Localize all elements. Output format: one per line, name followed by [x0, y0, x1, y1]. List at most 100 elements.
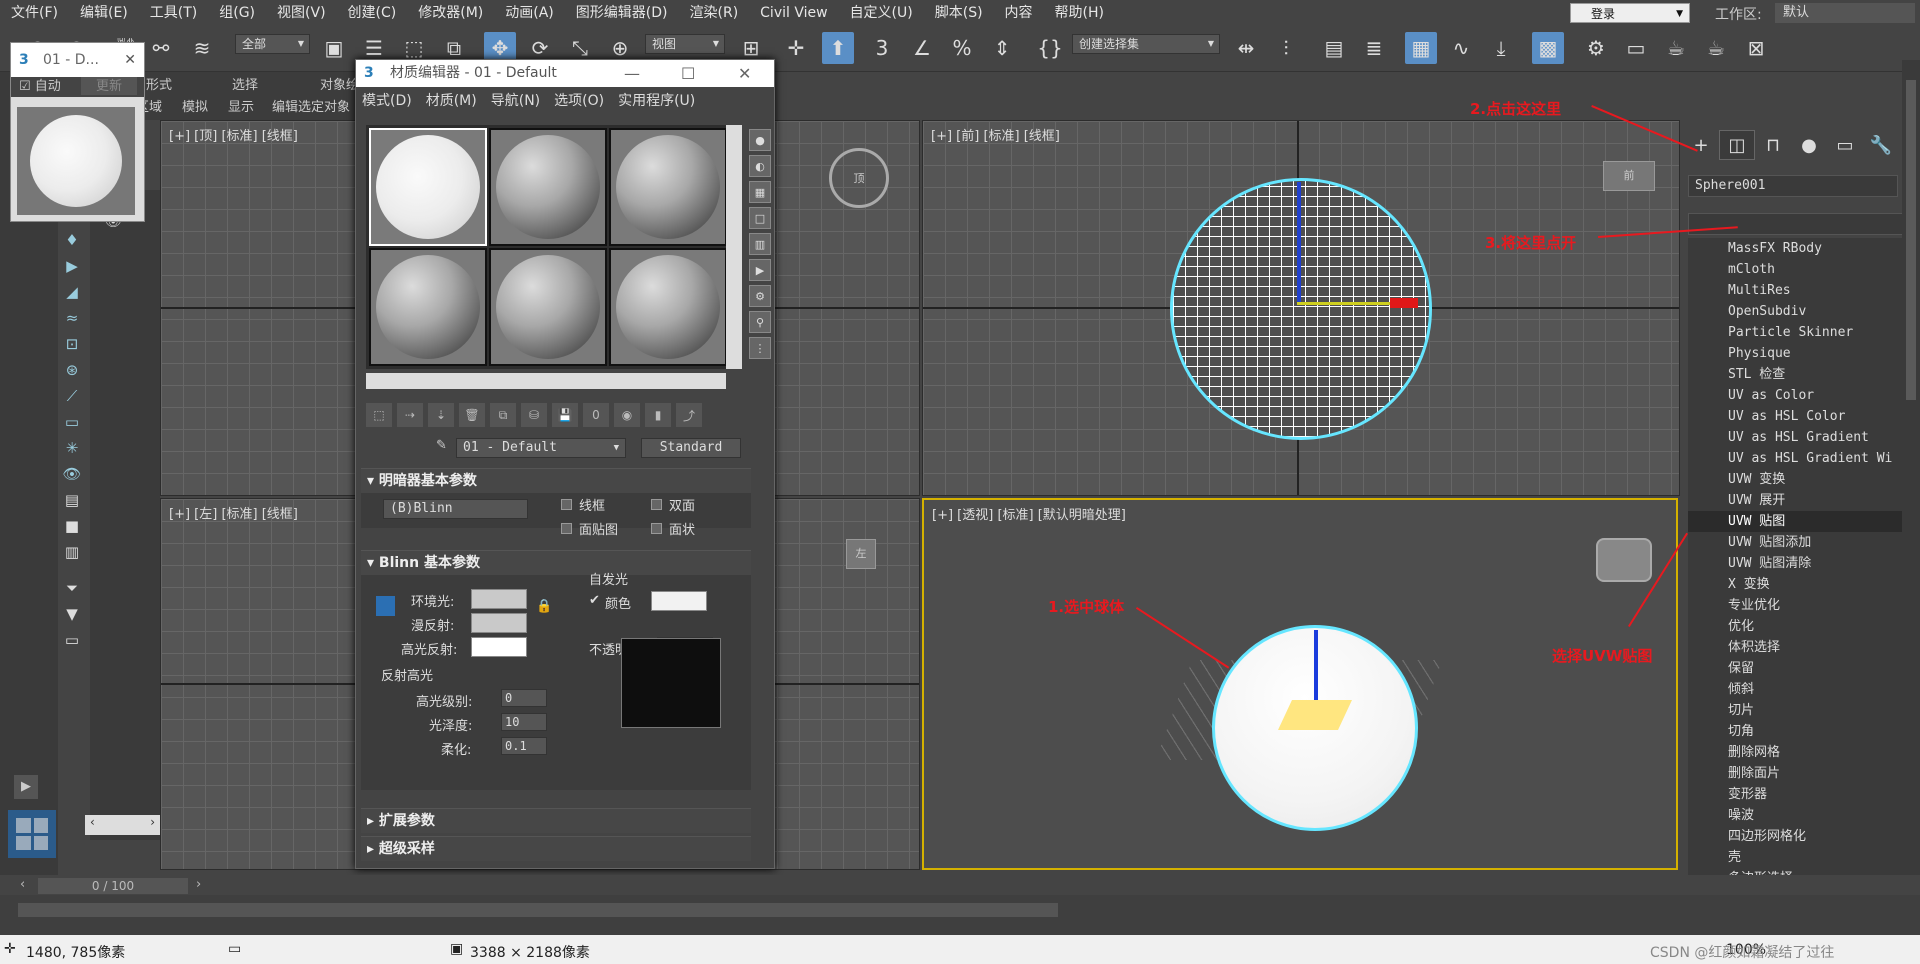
- hierarchy-tab-icon[interactable]: ⊓: [1755, 130, 1791, 160]
- menu-edit[interactable]: 编辑(E): [69, 0, 139, 26]
- selection-filter-dropdown[interactable]: 全部: [235, 34, 310, 54]
- menu-civil-view[interactable]: Civil View: [749, 0, 838, 26]
- material-id-icon[interactable]: 0: [583, 403, 609, 427]
- shader-dropdown[interactable]: (B)Blinn: [383, 499, 528, 519]
- modifier-item[interactable]: UV as HSL Gradient Wi: [1688, 448, 1913, 469]
- viewport-layout-icon[interactable]: [8, 810, 56, 858]
- menu-graph-editors[interactable]: 图形编辑器(D): [565, 0, 679, 26]
- keyboard-shortcut-icon[interactable]: ⬆: [822, 32, 854, 64]
- viewcube-top-icon[interactable]: 顶: [829, 148, 889, 208]
- display-tab-icon[interactable]: ▭: [1827, 130, 1863, 160]
- save-icon[interactable]: 💾: [552, 403, 578, 427]
- snaps-toggle-icon[interactable]: 3: [866, 32, 898, 64]
- render-production-icon[interactable]: ☕: [1660, 32, 1692, 64]
- menu-file[interactable]: 文件(F): [0, 0, 69, 26]
- spec-level-spinner[interactable]: 0: [501, 689, 547, 707]
- viewport-perspective-label[interactable]: [+] [透视] [标准] [默认明暗处理]: [932, 504, 1126, 523]
- visibility-filter-icon[interactable]: 👁: [58, 462, 86, 486]
- camera-filter-icon[interactable]: ▶: [58, 254, 86, 278]
- modifier-item[interactable]: mCloth: [1688, 259, 1913, 280]
- next-frame-icon[interactable]: ›: [196, 877, 201, 892]
- maximize-icon[interactable]: ☐: [681, 60, 695, 87]
- modifier-item[interactable]: 变形器: [1688, 784, 1913, 805]
- schematic-view-icon[interactable]: ⤓: [1485, 32, 1517, 64]
- align-icon[interactable]: ⫶: [1270, 32, 1302, 64]
- prev-frame-icon[interactable]: ‹: [20, 877, 25, 892]
- sample-slot-4[interactable]: [369, 248, 487, 366]
- get-material-icon[interactable]: ⬚: [366, 403, 392, 427]
- folder-icon[interactable]: ▭: [58, 628, 86, 652]
- specular-swatch[interactable]: [471, 637, 527, 657]
- put-to-scene-icon[interactable]: ⇢: [397, 403, 423, 427]
- modifier-item[interactable]: 壳: [1688, 847, 1913, 868]
- layer-icon[interactable]: ▥: [58, 540, 86, 564]
- horizontal-scrollbar[interactable]: [18, 903, 1058, 917]
- me-menu-mode[interactable]: 模式(D): [362, 90, 412, 110]
- menu-scripting[interactable]: 脚本(S): [924, 0, 994, 26]
- modifier-item[interactable]: 切片: [1688, 700, 1913, 721]
- group-filter-icon[interactable]: ⊡: [58, 332, 86, 356]
- modifier-item[interactable]: 倾斜: [1688, 679, 1913, 700]
- modifier-item[interactable]: 噪波: [1688, 805, 1913, 826]
- reference-coord-dropdown[interactable]: 视图: [645, 34, 725, 54]
- menu-customize[interactable]: 自定义(U): [839, 0, 924, 26]
- shader-rollout-header[interactable]: ▾ 明暗器基本参数: [361, 469, 751, 493]
- curve-editor-icon[interactable]: ∿: [1445, 32, 1477, 64]
- explorer-scrollbar[interactable]: ‹ ›: [85, 815, 160, 835]
- select-object-icon[interactable]: ▣: [318, 32, 350, 64]
- named-selection-dropdown[interactable]: 创建选择集: [1072, 34, 1220, 54]
- soften-spinner[interactable]: 0.1: [501, 737, 547, 755]
- sample-slot-3[interactable]: [609, 128, 727, 246]
- me-menu-navigation[interactable]: 导航(N): [491, 90, 540, 110]
- layer-explorer-icon[interactable]: ≣: [1358, 32, 1390, 64]
- menu-rendering[interactable]: 渲染(R): [679, 0, 750, 26]
- eyedropper-icon[interactable]: ✎: [436, 438, 447, 453]
- menu-content[interactable]: 内容: [994, 0, 1044, 26]
- page-icon[interactable]: ▤: [58, 488, 86, 512]
- render-iterative-icon[interactable]: ☕: [1700, 32, 1732, 64]
- two-sided-checkbox[interactable]: [651, 499, 662, 510]
- modifier-item[interactable]: Physique: [1688, 343, 1913, 364]
- ribbon-edit-selected[interactable]: 编辑选定对象: [272, 96, 350, 115]
- mirror-icon[interactable]: ⇹: [1230, 32, 1262, 64]
- modifier-item[interactable]: OpenSubdiv: [1688, 301, 1913, 322]
- me-menu-material[interactable]: 材质(M): [426, 90, 477, 110]
- bone-filter-icon[interactable]: ⟋: [58, 384, 86, 408]
- ribbon-tab-selection[interactable]: 选择: [232, 74, 258, 93]
- menu-animation[interactable]: 动画(A): [494, 0, 565, 26]
- auto-checkbox[interactable]: ☑: [19, 79, 35, 94]
- supersampling-rollout-header[interactable]: ▸ 超级采样: [361, 837, 751, 861]
- angle-snap-icon[interactable]: ∠: [906, 32, 938, 64]
- particle-filter-icon[interactable]: ✳: [58, 436, 86, 460]
- menu-help[interactable]: 帮助(H): [1044, 0, 1115, 26]
- modifier-item[interactable]: 体积选择: [1688, 637, 1913, 658]
- close-icon[interactable]: ✕: [738, 60, 751, 87]
- backlight-icon[interactable]: ◐: [749, 155, 771, 177]
- close-icon[interactable]: ✕: [124, 43, 136, 77]
- render-setup-icon[interactable]: ⚙: [1580, 32, 1612, 64]
- go-to-parent-icon[interactable]: ⤴: [676, 403, 702, 427]
- light-filter-icon[interactable]: ♦: [58, 228, 86, 252]
- sphere-wireframe-front[interactable]: [1170, 178, 1432, 440]
- menu-group[interactable]: 组(G): [208, 0, 266, 26]
- spacewarp-filter-icon[interactable]: ≈: [58, 306, 86, 330]
- container-filter-icon[interactable]: ▭: [58, 410, 86, 434]
- sample-slot-1[interactable]: [369, 128, 487, 246]
- uv-tiling-icon[interactable]: □: [749, 207, 771, 229]
- modifier-item[interactable]: 删除网格: [1688, 742, 1913, 763]
- modifier-item[interactable]: 删除面片: [1688, 763, 1913, 784]
- utilities-tab-icon[interactable]: 🔧: [1863, 130, 1899, 160]
- sample-type-icon[interactable]: ●: [749, 129, 771, 151]
- play-icon[interactable]: ▶: [14, 775, 38, 799]
- spinner-snap-icon[interactable]: ⇕: [986, 32, 1018, 64]
- material-map-navigator-icon[interactable]: ⋮: [749, 337, 771, 359]
- modifier-list-dropdown[interactable]: [1688, 213, 1913, 235]
- xref-filter-icon[interactable]: ⊛: [58, 358, 86, 382]
- menu-modifiers[interactable]: 修改器(M): [407, 0, 494, 26]
- modifier-item[interactable]: 切角: [1688, 721, 1913, 742]
- percent-snap-icon[interactable]: %: [946, 32, 978, 64]
- ribbon-toggle-icon[interactable]: ▦: [1405, 32, 1437, 64]
- modifier-item[interactable]: MultiRes: [1688, 280, 1913, 301]
- modifier-item[interactable]: X 变换: [1688, 574, 1913, 595]
- diffuse-swatch[interactable]: [471, 613, 527, 633]
